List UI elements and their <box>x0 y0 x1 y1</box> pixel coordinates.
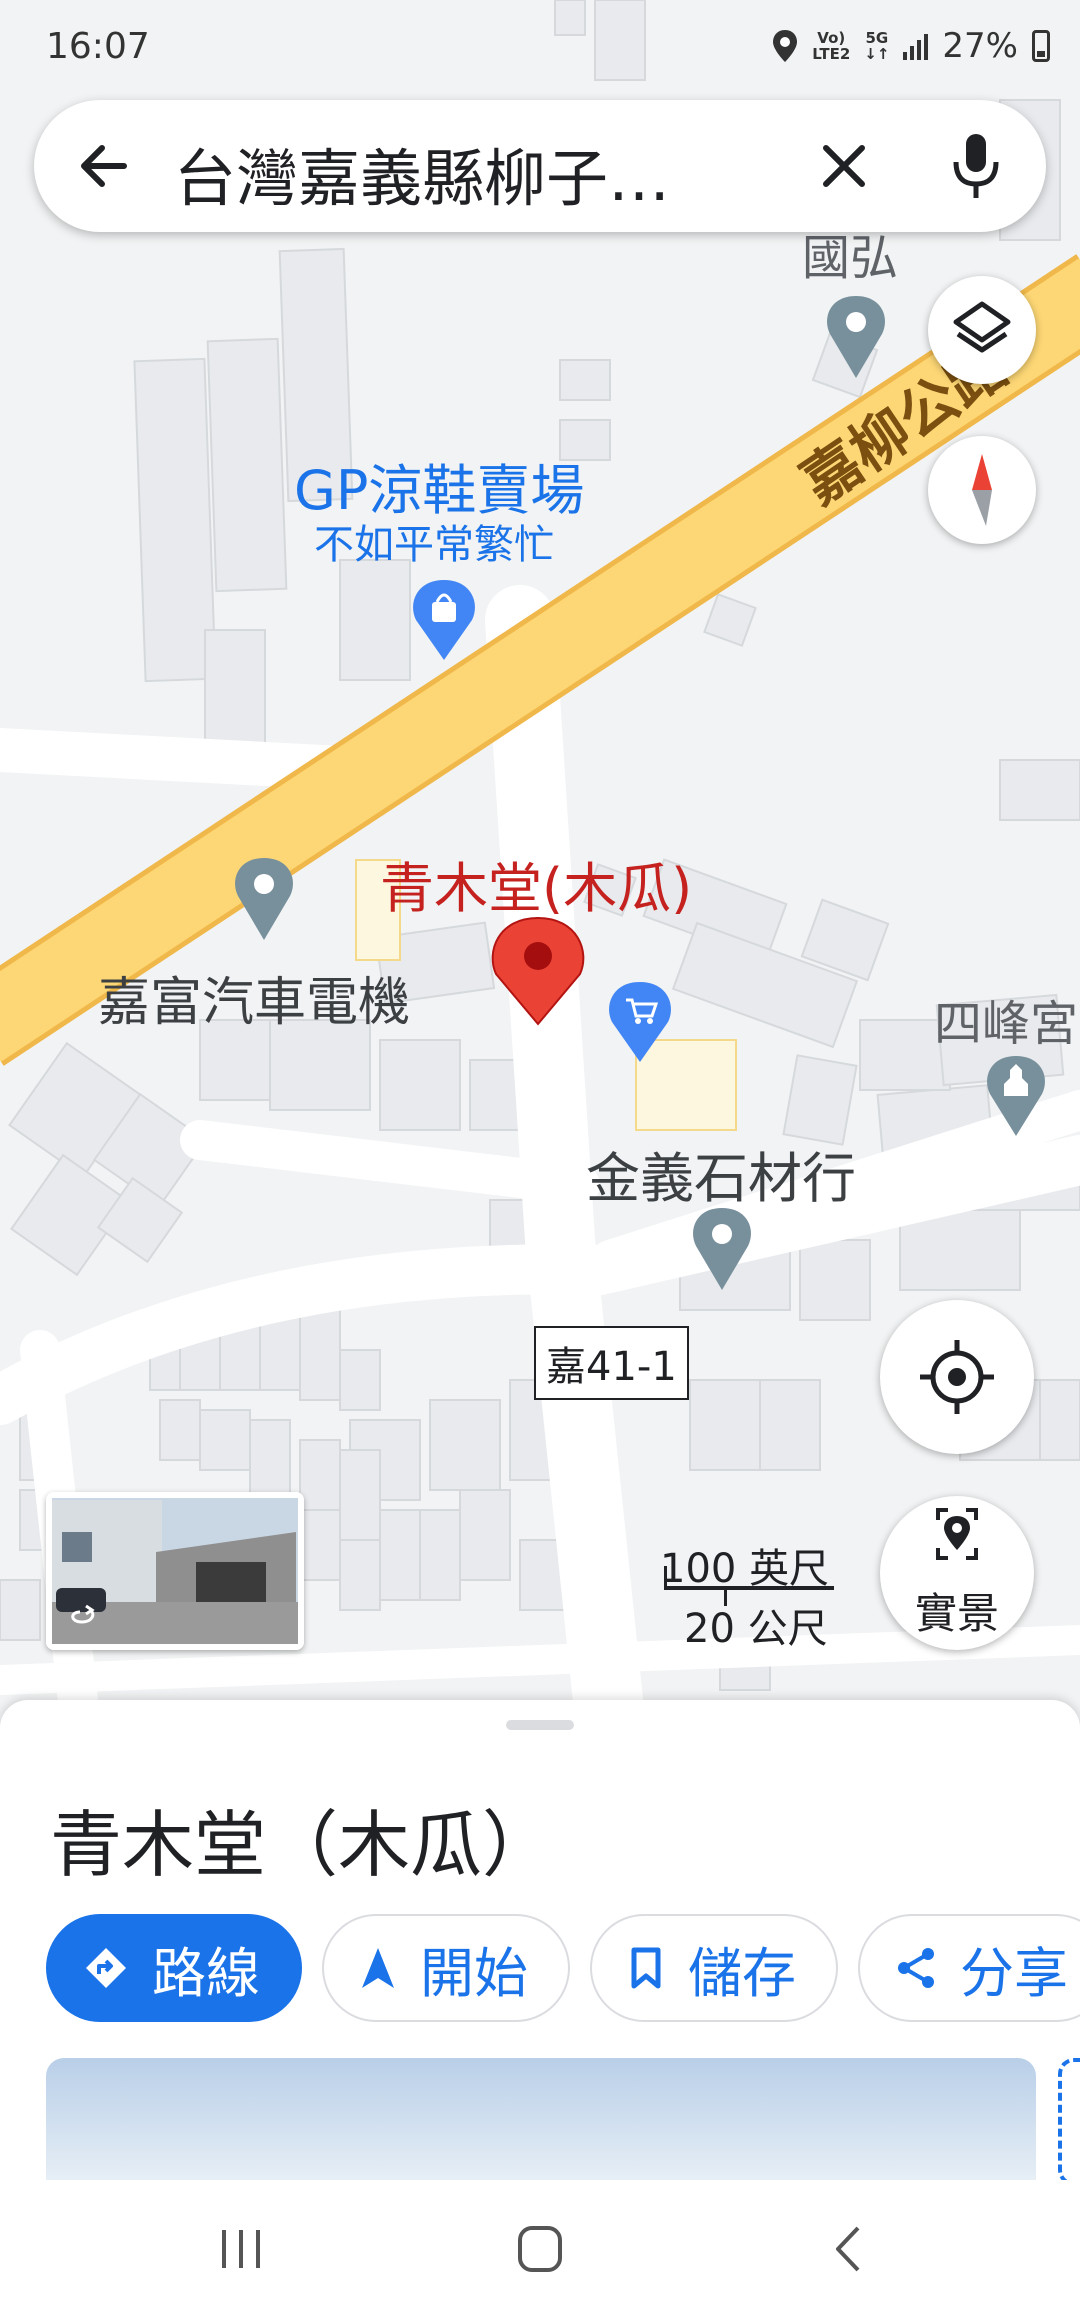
layers-button[interactable] <box>928 276 1036 384</box>
network-type: 5G ↓↑ <box>864 29 890 63</box>
share-button[interactable]: 分享 <box>858 1914 1080 2022</box>
share-label: 分享 <box>960 1941 1068 2005</box>
my-location-button[interactable] <box>880 1300 1034 1454</box>
place-bottom-sheet[interactable]: 青木堂（木瓜） 路線 開始 儲存 分享 <box>0 1700 1080 2198</box>
navigation-arrow-icon <box>362 1948 394 1988</box>
street-view-button[interactable]: 實景 <box>880 1496 1034 1650</box>
recents-icon[interactable] <box>216 2226 266 2272</box>
close-icon[interactable] <box>814 136 874 196</box>
street-view-thumbnail[interactable] <box>46 1492 304 1650</box>
status-time: 16:07 <box>46 26 150 67</box>
system-nav-bar <box>0 2180 1080 2316</box>
layers-icon <box>953 301 1011 353</box>
search-bar[interactable]: 台灣嘉義縣柳子… <box>34 100 1046 232</box>
status-bar: 16:07 Vo) LTE2 5G ↓↑ 27% <box>0 0 1080 90</box>
action-chips: 路線 開始 儲存 分享 <box>46 1914 1080 2022</box>
home-icon[interactable] <box>516 2224 564 2274</box>
start-label: 開始 <box>420 1941 528 2005</box>
scale-metric: 20 公尺 <box>684 1606 828 1652</box>
street-view-photo <box>46 1492 304 1650</box>
more-photos-indicator[interactable] <box>1058 2058 1080 2186</box>
sifeng-label[interactable]: 四峰宮 <box>934 984 1078 1054</box>
jiafu-pin[interactable] <box>235 858 293 940</box>
volte-indicator: Vo) LTE2 <box>812 29 851 63</box>
save-label: 儲存 <box>688 1941 796 2005</box>
my-location-icon <box>920 1340 994 1414</box>
jiafu-label[interactable]: 嘉富汽車電機 <box>98 960 410 1035</box>
compass-button[interactable] <box>928 436 1036 544</box>
save-button[interactable]: 儲存 <box>590 1914 838 2022</box>
gp-busy-status: 不如平常繁忙 <box>314 522 554 568</box>
microphone-icon[interactable] <box>946 130 1006 202</box>
gp-sandals-pin[interactable] <box>413 580 475 660</box>
map-canvas[interactable]: 國弘 GP涼鞋賣場 不如平常繁忙 青木堂(木瓜) 嘉富汽車電機 四峰宮 金義石材… <box>0 0 1080 1720</box>
directions-label: 路線 <box>152 1941 260 2005</box>
signal-icon <box>903 32 929 60</box>
search-query[interactable]: 台灣嘉義縣柳子… <box>174 128 670 218</box>
battery-icon <box>1032 30 1050 62</box>
start-button[interactable]: 開始 <box>322 1914 570 2022</box>
back-arrow-icon[interactable] <box>74 136 134 196</box>
map-scale: 100 英尺 20 公尺 <box>660 1536 840 1652</box>
jinyi-label[interactable]: 金義石材行 <box>586 1134 856 1213</box>
battery-percent: 27% <box>942 26 1018 66</box>
place-photo[interactable] <box>46 2058 1036 2198</box>
location-icon <box>773 30 798 62</box>
selected-place-label[interactable]: 青木堂(木瓜) <box>380 844 692 923</box>
directions-icon <box>86 1948 126 1988</box>
compass-icon <box>972 454 992 526</box>
street-view-label: 實景 <box>914 1589 999 1638</box>
road-number-shield: 嘉41-1 <box>534 1326 689 1400</box>
bookmark-icon <box>631 1947 661 1989</box>
directions-button[interactable]: 路線 <box>46 1914 302 2022</box>
share-icon <box>898 1948 934 1988</box>
street-view-icon <box>936 1508 978 1560</box>
drag-handle[interactable] <box>506 1720 574 1730</box>
place-title: 青木堂（木瓜） <box>50 1803 555 1887</box>
back-icon[interactable] <box>830 2224 866 2274</box>
